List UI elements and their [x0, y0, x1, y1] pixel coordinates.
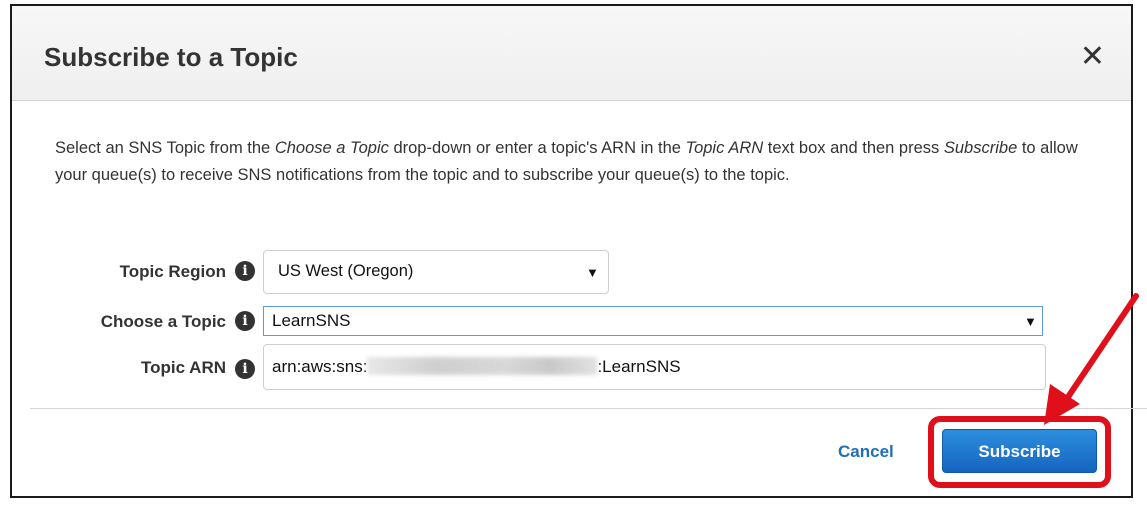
- annotation-arrow-icon: [1044, 293, 1139, 425]
